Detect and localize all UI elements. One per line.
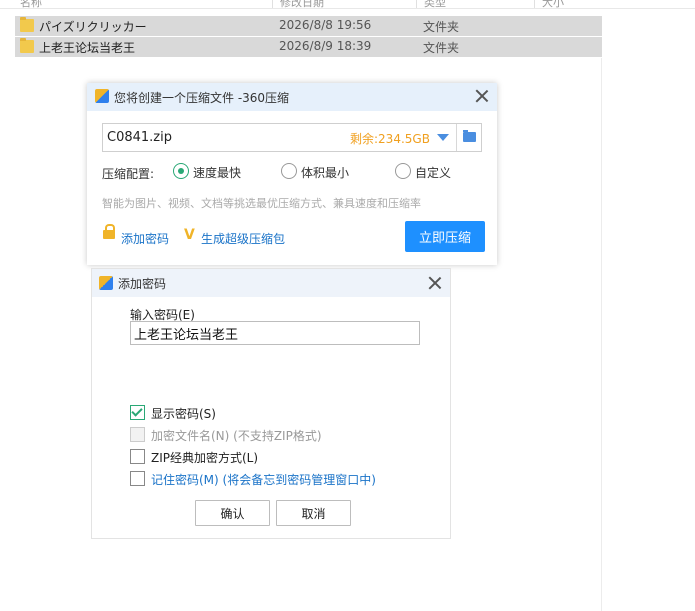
- add-password-link[interactable]: 添加密码: [121, 230, 169, 247]
- column-date[interactable]: 修改日期: [280, 0, 324, 10]
- file-row[interactable]: パイズリクリッカー 2026/8/8 19:56 文件夹: [15, 16, 602, 36]
- compress-now-button[interactable]: 立即压缩: [405, 221, 485, 252]
- file-name: パイズリクリッカー: [39, 20, 147, 34]
- radio-custom[interactable]: [395, 163, 411, 179]
- column-type[interactable]: 类型: [424, 0, 446, 10]
- column-name[interactable]: 名称: [20, 0, 42, 10]
- compress-config-label: 压缩配置:: [102, 167, 155, 181]
- file-name: 上老王论坛当老王: [39, 41, 136, 55]
- remaining-space: 剩余:234.5GB: [350, 132, 430, 146]
- cancel-button[interactable]: 取消: [276, 500, 351, 526]
- remember-password-checkbox[interactable]: [130, 471, 145, 486]
- column-separator[interactable]: [534, 0, 535, 8]
- browse-folder-button[interactable]: [456, 124, 482, 151]
- encrypt-filename-checkbox: [130, 427, 145, 442]
- password-dialog: 添加密码 输入密码(E) 显示密码(S) 加密文件名(N) (不支持ZIP格式)…: [91, 268, 451, 539]
- encrypt-filename-label: 加密文件名(N) (不支持ZIP格式): [151, 429, 322, 443]
- archive-filename[interactable]: C0841.zip: [107, 130, 172, 145]
- folder-icon: [20, 38, 34, 53]
- radio-smallest[interactable]: [281, 163, 297, 179]
- column-separator[interactable]: [416, 0, 417, 8]
- show-password-label[interactable]: 显示密码(S): [151, 405, 216, 422]
- password-input[interactable]: [130, 321, 420, 345]
- remember-password-label[interactable]: 记住密码(M) (将会备忘到密码管理窗口中): [151, 471, 376, 488]
- column-separator[interactable]: [272, 0, 273, 8]
- file-date: 2026/8/8 19:56: [279, 18, 372, 32]
- file-row[interactable]: 上老王论坛当老王 2026/8/9 18:39 文件夹: [15, 37, 602, 57]
- column-size[interactable]: 大小: [542, 0, 564, 10]
- radio-fastest[interactable]: [173, 163, 189, 179]
- folder-icon: [463, 130, 476, 142]
- file-date: 2026/8/9 18:39: [279, 39, 372, 53]
- close-icon[interactable]: [428, 276, 442, 290]
- compress-dialog: 您将创建一个压缩文件 -360压缩 C0841.zip 剩余:234.5GB 压…: [87, 83, 497, 265]
- radio-fastest-label[interactable]: 速度最快: [193, 164, 241, 181]
- close-icon[interactable]: [475, 89, 489, 103]
- compress-hint: 智能为图片、视频、文档等挑选最优压缩方式、兼具速度和压缩率: [102, 197, 421, 210]
- file-type: 文件夹: [423, 20, 460, 34]
- pane-divider: [601, 58, 602, 611]
- archive-app-icon: [99, 276, 113, 290]
- archive-app-icon: [95, 89, 109, 103]
- folder-icon: [20, 17, 34, 32]
- password-dialog-titlebar[interactable]: 添加密码: [92, 269, 450, 297]
- chevron-down-icon[interactable]: [437, 134, 449, 141]
- zip-classic-encryption-label[interactable]: ZIP经典加密方式(L): [151, 449, 258, 466]
- column-header: 名称 修改日期 类型 大小: [0, 0, 695, 9]
- show-password-checkbox[interactable]: [130, 405, 145, 420]
- radio-smallest-label[interactable]: 体积最小: [301, 164, 349, 181]
- compress-dialog-title: 您将创建一个压缩文件 -360压缩: [114, 91, 290, 105]
- confirm-button[interactable]: 确认: [195, 500, 270, 526]
- super-compress-link[interactable]: 生成超级压缩包: [201, 230, 285, 247]
- password-dialog-title: 添加密码: [118, 277, 167, 291]
- archive-path-field[interactable]: C0841.zip 剩余:234.5GB: [102, 123, 482, 152]
- zip-classic-encryption-checkbox[interactable]: [130, 449, 145, 464]
- radio-custom-label[interactable]: 自定义: [415, 164, 451, 181]
- lock-icon: [103, 224, 115, 239]
- file-type: 文件夹: [423, 41, 460, 55]
- super-compress-icon: V: [184, 227, 195, 243]
- compress-dialog-titlebar[interactable]: 您将创建一个压缩文件 -360压缩: [87, 83, 497, 111]
